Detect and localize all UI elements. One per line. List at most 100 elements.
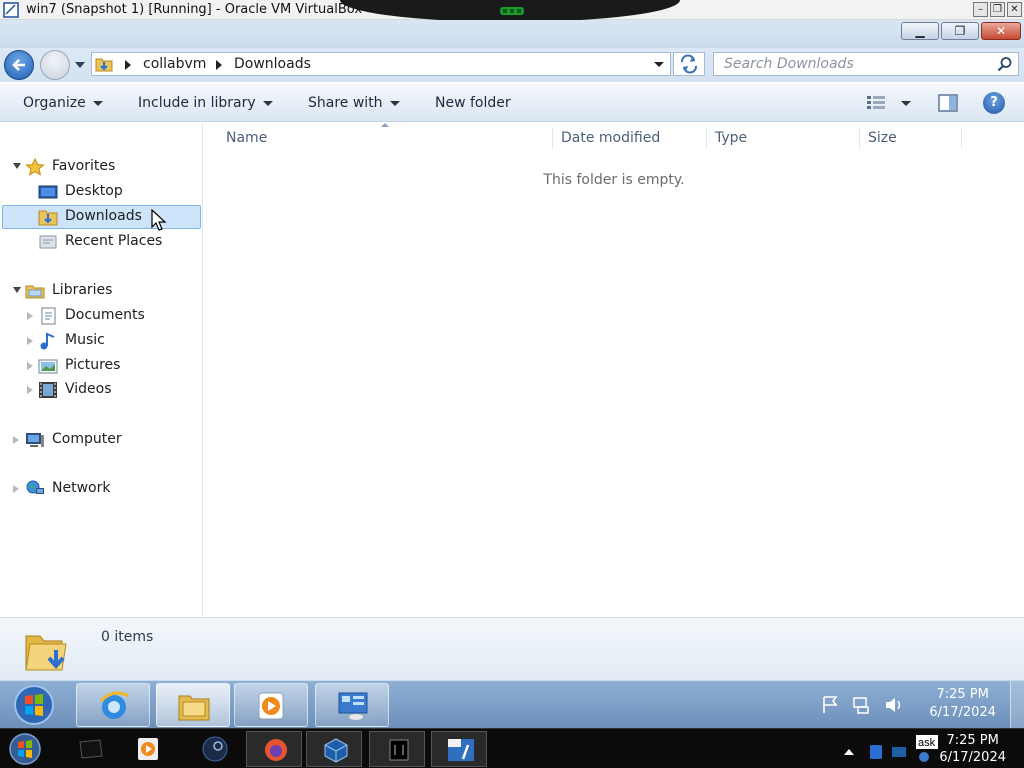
window-icon: [389, 739, 409, 761]
show-desktop-button[interactable]: [1010, 681, 1024, 729]
breadcrumb-separator-icon[interactable]: [216, 60, 222, 70]
guest-clock-time: 7:25 PM: [936, 687, 989, 702]
breadcrumb-downloads[interactable]: Downloads: [234, 56, 311, 72]
guest-system-tray[interactable]: [816, 693, 916, 717]
forward-button[interactable]: [40, 50, 70, 80]
nav-computer[interactable]: Computer: [0, 428, 200, 452]
expand-icon[interactable]: [27, 386, 33, 394]
guest-clock[interactable]: 7:25 PM 6/17/2024: [929, 686, 996, 722]
nav-label: Recent Places: [65, 233, 163, 249]
host-taskbar-firefox[interactable]: [246, 731, 302, 767]
host-system-tray[interactable]: ask: [842, 733, 942, 765]
nav-documents[interactable]: Documents: [0, 304, 200, 328]
breadcrumb-separator-icon[interactable]: [125, 60, 131, 70]
close-button[interactable]: ✕: [981, 22, 1021, 40]
expand-icon[interactable]: [27, 312, 33, 320]
host-taskbar-terminal[interactable]: [62, 731, 118, 767]
address-bar[interactable]: collabvm Downloads: [91, 52, 671, 76]
sort-indicator-icon: [381, 123, 389, 127]
downloads-folder-icon: [38, 210, 58, 226]
minimize-button[interactable]: ▁: [901, 22, 939, 40]
nav-label: Network: [52, 480, 111, 496]
column-header-size[interactable]: Size: [868, 130, 897, 146]
nav-network[interactable]: Network: [0, 477, 200, 501]
vm-status-indicator-icon[interactable]: [497, 5, 527, 17]
nav-libraries[interactable]: Libraries: [0, 279, 200, 303]
expand-icon[interactable]: [13, 163, 21, 169]
downloads-folder-icon: [25, 635, 67, 671]
help-icon[interactable]: ?: [983, 92, 1005, 114]
column-divider[interactable]: [961, 127, 962, 149]
host-taskbar-media-player[interactable]: [120, 731, 176, 767]
desktop-icon: [38, 185, 58, 199]
file-list[interactable]: Name Date modified Type Size This folder…: [204, 123, 1024, 616]
search-icon[interactable]: [997, 56, 1013, 72]
host-taskbar-task-window[interactable]: [369, 731, 425, 767]
host-start-icon[interactable]: [4, 731, 46, 767]
music-icon: [40, 332, 55, 350]
expand-icon[interactable]: [27, 337, 33, 345]
expand-icon[interactable]: [13, 287, 21, 293]
change-view-icon[interactable]: [866, 94, 912, 112]
nav-recent-places[interactable]: Recent Places: [0, 230, 200, 254]
breadcrumb-collabvm[interactable]: collabvm: [143, 56, 206, 72]
column-divider[interactable]: [859, 127, 860, 149]
refresh-button[interactable]: [673, 52, 705, 76]
control-panel-icon: [338, 692, 368, 720]
column-divider[interactable]: [552, 127, 553, 149]
host-minimize-button[interactable]: –: [973, 2, 988, 17]
host-taskbar-virtualbox[interactable]: [306, 731, 362, 767]
share-with-menu[interactable]: Share with: [308, 95, 400, 111]
nav-label: Downloads: [65, 208, 142, 224]
host-taskbar-win7-vm[interactable]: [431, 731, 487, 767]
column-divider[interactable]: [706, 127, 707, 149]
window-frame: ▁ ❐ ✕: [0, 20, 1024, 48]
tray-expand-icon: [844, 749, 854, 755]
search-input[interactable]: Search Downloads: [713, 52, 1019, 76]
expand-icon[interactable]: [27, 362, 33, 370]
column-header-name[interactable]: Name: [226, 130, 267, 146]
organize-label: Organize: [23, 95, 86, 111]
host-clock[interactable]: 7:25 PM 6/17/2024: [939, 732, 1006, 766]
taskbar-media-player[interactable]: [234, 683, 308, 727]
address-dropdown-icon[interactable]: [654, 62, 664, 67]
star-icon: [25, 158, 45, 176]
taskbar-control-panel[interactable]: [315, 683, 389, 727]
expand-icon[interactable]: [13, 485, 19, 493]
host-close-button[interactable]: ✕: [1007, 2, 1022, 17]
media-player-icon: [138, 738, 158, 760]
start-orb-icon[interactable]: [8, 684, 60, 726]
nav-favorites[interactable]: Favorites: [0, 155, 200, 179]
recent-pages-dropdown-icon[interactable]: [73, 59, 87, 71]
column-header-type[interactable]: Type: [715, 130, 747, 146]
host-window-titlebar: win7 (Snapshot 1) [Running] - Oracle VM …: [0, 0, 1024, 22]
host-restore-button[interactable]: ❐: [990, 2, 1005, 17]
volume-icon: [886, 698, 895, 712]
empty-folder-message: This folder is empty.: [543, 172, 685, 188]
include-in-library-menu[interactable]: Include in library: [138, 95, 273, 111]
back-button[interactable]: [4, 50, 34, 80]
organize-menu[interactable]: Organize: [23, 95, 103, 111]
nav-music[interactable]: Music: [0, 329, 200, 353]
host-clock-date: 6/17/2024: [939, 750, 1006, 765]
nav-pictures[interactable]: Pictures: [0, 354, 200, 378]
preview-pane-icon[interactable]: [938, 94, 958, 112]
expand-icon[interactable]: [13, 436, 19, 444]
taskbar-windows-explorer[interactable]: [156, 683, 230, 727]
details-pane: 0 items: [0, 617, 1024, 680]
taskbar-internet-explorer[interactable]: [76, 683, 150, 727]
share-with-label: Share with: [308, 95, 383, 111]
bluetooth-tray-icon: [870, 745, 882, 759]
nav-videos[interactable]: Videos: [0, 378, 200, 402]
column-header-date-modified[interactable]: Date modified: [561, 130, 660, 146]
new-folder-button[interactable]: New folder: [435, 95, 511, 111]
navigation-pane: Favorites Desktop Downloads Recent Place…: [0, 123, 203, 616]
terminal-icon: [79, 739, 103, 759]
host-taskbar-steam[interactable]: [186, 731, 242, 767]
internet-explorer-icon: [99, 691, 129, 719]
restore-button[interactable]: ❐: [941, 22, 979, 40]
windows-explorer-icon: [178, 695, 210, 721]
nav-desktop[interactable]: Desktop: [0, 180, 200, 204]
tray-badge-text: ask: [918, 737, 936, 749]
nav-downloads[interactable]: Downloads: [0, 205, 200, 231]
